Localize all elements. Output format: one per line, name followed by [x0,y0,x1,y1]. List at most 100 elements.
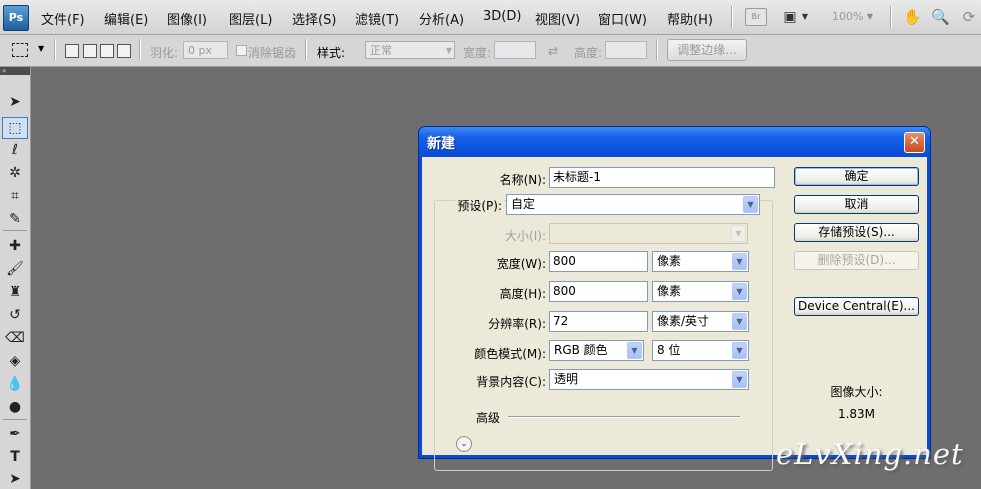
eyedropper-tool-icon[interactable]: ✎ [3,209,27,229]
feather-label: 羽化: [150,46,179,60]
menu-window[interactable]: 窗口(W) [598,9,647,28]
resolution-input[interactable]: 72 [549,311,648,332]
style-value: 正常 [370,44,392,57]
width-input[interactable] [494,41,536,59]
healing-brush-tool-icon[interactable]: ✚ [3,236,27,256]
photoshop-logo: Ps [3,5,29,31]
chevron-down-icon[interactable]: ▼ [38,44,44,53]
clone-stamp-tool-icon[interactable]: ♜ [3,282,27,302]
antialias-label: 消除锯齿 [248,46,297,60]
pen-tool-icon[interactable]: ✒ [3,424,27,444]
type-tool-icon[interactable]: T [3,447,27,467]
menubar-separator [890,6,892,28]
options-separator [54,39,56,61]
zoom-dropdown-icon[interactable]: ▼ [865,8,875,26]
blur-tool-icon[interactable]: 💧 [3,374,27,394]
lasso-tool-icon[interactable]: ℓ [3,140,27,160]
ok-button[interactable]: 确定 [794,167,919,186]
height-label: 高度(H): [499,287,546,301]
antialias-checkbox[interactable] [236,45,247,56]
refine-edge-button[interactable]: 调整边缘... [667,39,747,61]
zoom-level[interactable]: 100% [832,10,863,23]
new-document-dialog: 新建 ✕ 名称(N): 未标题-1 预设(P): 自定 ▼ 大小(I): ▼ 宽… [418,126,931,471]
dialog-titlebar[interactable]: 新建 ✕ [419,127,930,157]
bridge-button[interactable]: Br [745,8,767,26]
menu-select[interactable]: 选择(S) [292,9,336,28]
path-selection-tool-icon[interactable]: ➤ [3,469,27,489]
save-preset-button[interactable]: 存储预设(S)... [794,223,919,242]
screen-mode-icon[interactable]: ▣ [781,8,799,26]
bit-depth-select[interactable]: 8 位 ▼ [652,340,749,361]
color-mode-value: RGB 颜色 [554,343,608,357]
dodge-tool-icon[interactable]: ● [3,397,27,417]
chevron-down-icon: ▼ [732,283,747,300]
preset-label: 预设(P): [455,197,504,214]
zoom-tool-icon[interactable]: 🔍 [931,8,950,26]
paint-bucket-tool-icon[interactable]: ◈ [3,351,27,371]
size-label: 大小(I): [505,229,546,243]
height-label: 高度: [574,46,603,60]
new-selection-icon[interactable] [65,44,79,58]
chevron-down-icon: ▼ [627,342,642,359]
marquee-tool-preset-icon[interactable] [12,43,28,57]
preset-select[interactable]: 自定 ▼ [506,194,760,215]
width-input[interactable]: 800 [549,251,648,272]
background-value: 透明 [554,372,579,386]
width-unit-select[interactable]: 像素 ▼ [652,251,749,272]
chevron-down-icon: ▼ [743,196,758,213]
width-unit-value: 像素 [657,254,682,268]
height-unit-select[interactable]: 像素 ▼ [652,281,749,302]
menu-layer[interactable]: 图层(L) [229,9,272,28]
crop-tool-icon[interactable]: ⌗ [3,186,27,206]
toolbox: » ➤ ⬚ ℓ ✲ ⌗ ✎ ✚ 🖌 ♜ ↺ ⌫ ◈ 💧 ● ✒ T ➤ [0,67,31,489]
options-separator [139,39,141,61]
hand-tool-icon[interactable]: ✋ [903,8,922,26]
menu-view[interactable]: 视图(V) [535,9,580,28]
chevron-down-icon: ▼ [731,225,746,242]
menu-help[interactable]: 帮助(H) [667,9,713,28]
menu-bar: Ps 文件(F) 编辑(E) 图像(I) 图层(L) 选择(S) 滤镜(T) 分… [0,0,981,35]
device-central-button[interactable]: Device Central(E)... [794,297,919,316]
feather-input[interactable]: 0 px [183,41,228,59]
advanced-label[interactable]: 高级 [476,409,500,426]
swap-icon[interactable]: ⇄ [548,44,558,58]
background-select[interactable]: 透明 ▼ [549,369,749,390]
resolution-unit-value: 像素/英寸 [657,314,710,328]
menu-edit[interactable]: 编辑(E) [104,9,148,28]
color-mode-select[interactable]: RGB 颜色 ▼ [549,340,644,361]
rotate-view-icon[interactable]: ⟳ [960,8,978,26]
menu-analysis[interactable]: 分析(A) [419,9,464,28]
height-input[interactable] [605,41,647,59]
close-button[interactable]: ✕ [904,132,925,153]
intersect-selection-icon[interactable] [117,44,131,58]
chevron-down-icon: ▼ [732,371,747,388]
marquee-tool-icon[interactable]: ⬚ [2,117,28,139]
options-separator [305,39,307,61]
menu-file[interactable]: 文件(F) [41,9,85,28]
toolbox-collapse-icon[interactable]: » [0,67,30,75]
history-brush-tool-icon[interactable]: ↺ [3,305,27,325]
preset-value: 自定 [511,197,536,211]
close-icon: ✕ [909,134,920,149]
subtract-selection-icon[interactable] [100,44,114,58]
cancel-button[interactable]: 取消 [794,195,919,214]
advanced-expand-icon[interactable]: ⌄ [456,436,472,452]
eraser-tool-icon[interactable]: ⌫ [3,328,27,348]
resolution-unit-select[interactable]: 像素/英寸 ▼ [652,311,749,332]
name-label: 名称(N): [499,173,546,187]
height-input[interactable]: 800 [549,281,648,302]
menu-3d[interactable]: 3D(D) [483,9,521,24]
menu-image[interactable]: 图像(I) [167,9,207,28]
brush-tool-icon[interactable]: 🖌 [3,259,27,279]
move-tool-icon[interactable]: ➤ [3,92,27,112]
chevron-down-icon: ▼ [445,46,452,55]
name-input[interactable]: 未标题-1 [549,167,775,188]
color-mode-label: 颜色模式(M): [474,347,546,361]
chevron-down-icon: ▼ [732,313,747,330]
style-select[interactable]: 正常 ▼ [365,41,455,59]
menu-filter[interactable]: 滤镜(T) [355,9,399,28]
options-separator [656,39,658,61]
add-to-selection-icon[interactable] [83,44,97,58]
magic-wand-tool-icon[interactable]: ✲ [3,163,27,183]
chevron-down-icon[interactable]: ▼ [800,8,810,26]
